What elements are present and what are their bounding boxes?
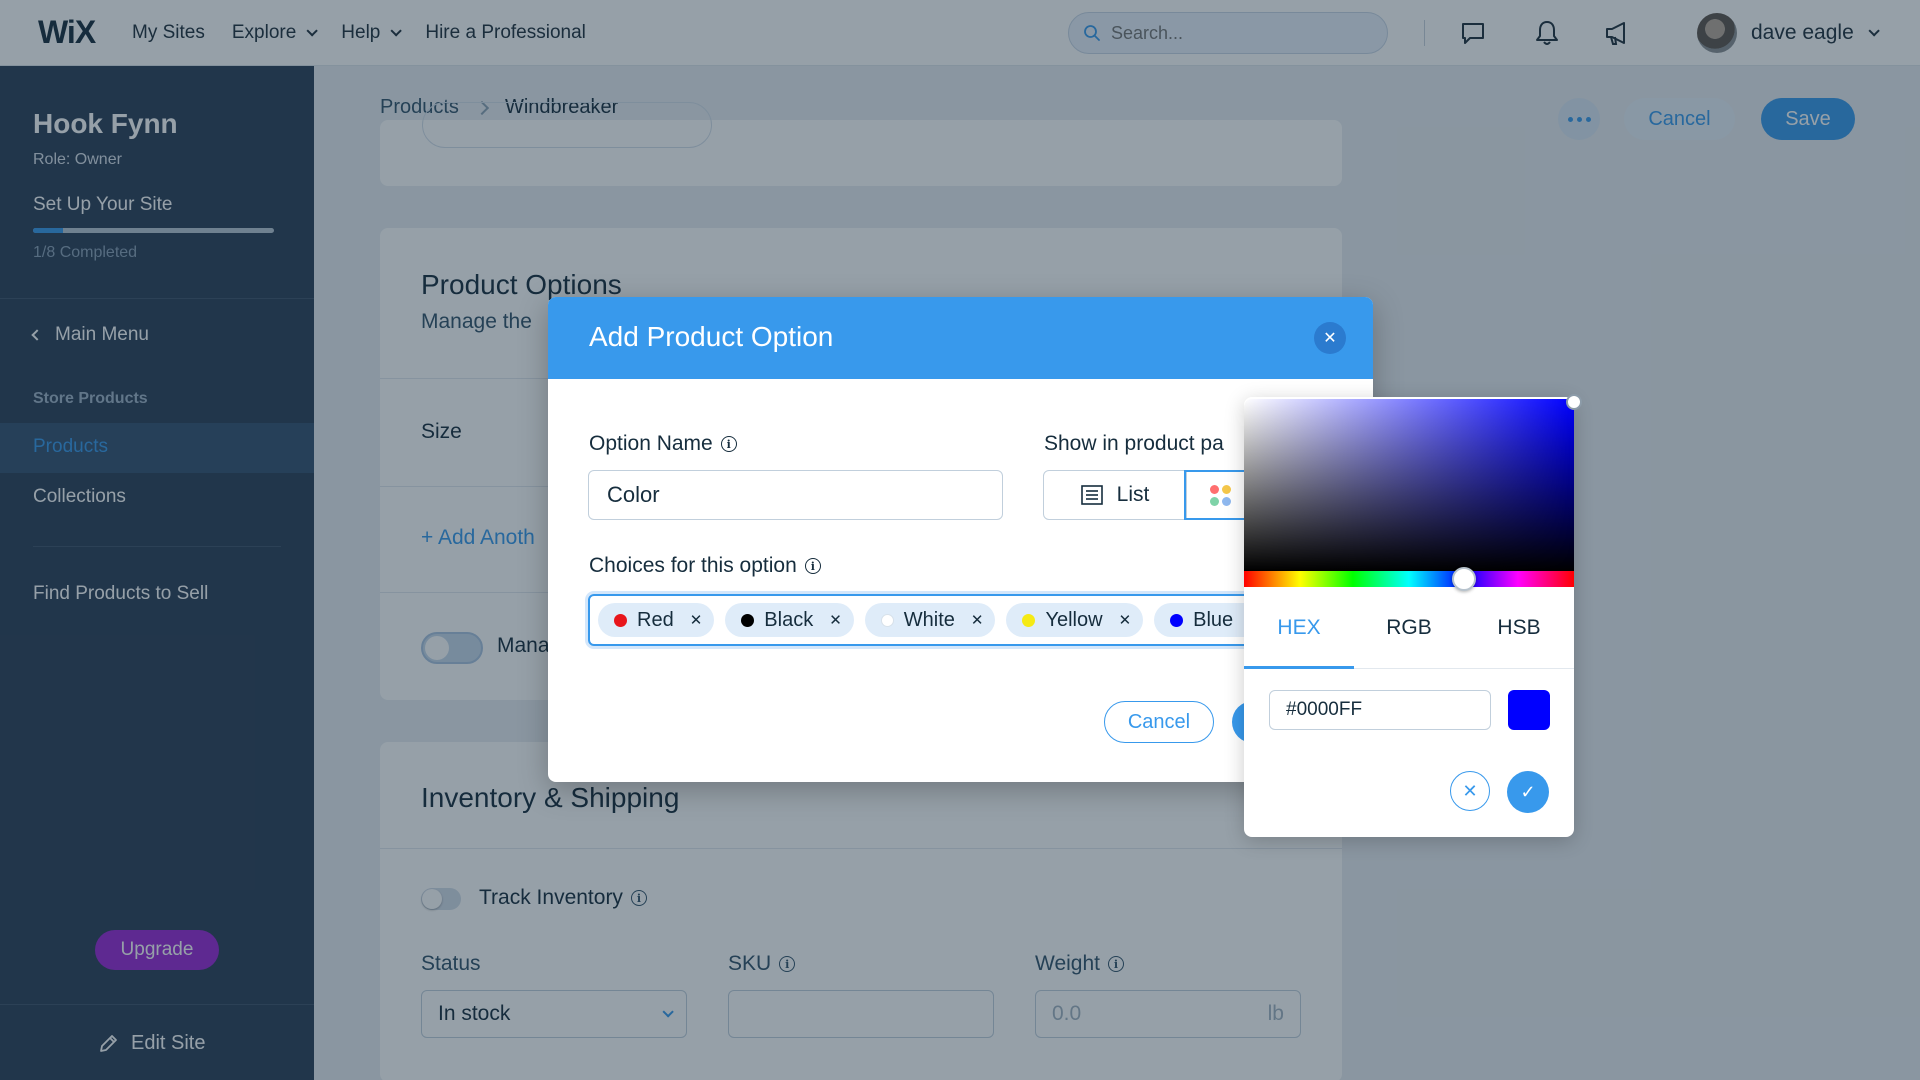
- option-name-label-text: Option Name: [589, 432, 713, 455]
- hex-input[interactable]: [1269, 690, 1491, 730]
- dot: [1222, 496, 1231, 506]
- dot: [1222, 484, 1231, 494]
- dot: [1210, 484, 1219, 494]
- remove-choice-icon[interactable]: ✕: [690, 611, 703, 629]
- color-picker: HEXRGBHSB ✕ ✓: [1244, 394, 1582, 837]
- picker-confirm-button[interactable]: ✓: [1507, 771, 1549, 813]
- option-name-label: Option Name i: [589, 432, 737, 456]
- picker-cancel-button[interactable]: ✕: [1450, 771, 1490, 811]
- modal-cancel-button[interactable]: Cancel: [1104, 701, 1214, 743]
- close-button[interactable]: ✕: [1314, 322, 1346, 354]
- close-icon: ✕: [1462, 780, 1478, 801]
- info-icon[interactable]: i: [720, 436, 737, 452]
- tab-hex[interactable]: HEX: [1244, 587, 1354, 669]
- color-preview-swatch: [1508, 690, 1550, 730]
- choice-label: Blue: [1193, 608, 1234, 631]
- choice-label: Yellow: [1045, 608, 1103, 631]
- close-icon: ✕: [1323, 330, 1337, 347]
- saturation-handle[interactable]: [1566, 394, 1582, 410]
- color-format-tabs: HEX RGB HSB: [1244, 587, 1574, 669]
- choice-chip-white[interactable]: White ✕: [864, 603, 996, 637]
- dot: [1210, 496, 1219, 506]
- modal-header: Add Product Option ✕: [548, 297, 1373, 379]
- choice-chip-black[interactable]: Black ✕: [725, 603, 854, 637]
- choice-label: White: [903, 608, 955, 631]
- color-swatch: [1170, 613, 1184, 627]
- list-label: List: [1116, 483, 1150, 506]
- remove-choice-icon[interactable]: ✕: [971, 611, 984, 629]
- choice-chip-yellow[interactable]: Yellow ✕: [1006, 603, 1144, 637]
- list-icon: [1080, 485, 1103, 505]
- modal-title: Add Product Option: [589, 321, 834, 352]
- color-swatch: [614, 613, 627, 627]
- check-icon: ✓: [1520, 781, 1536, 802]
- color-dots-icon: [1210, 484, 1231, 506]
- info-icon[interactable]: i: [804, 558, 821, 574]
- choice-label: Red: [637, 608, 674, 631]
- choice-chip-red[interactable]: Red ✕: [598, 603, 715, 637]
- hue-slider[interactable]: [1244, 567, 1574, 591]
- color-swatch: [880, 613, 894, 627]
- choice-label: Black: [764, 608, 814, 631]
- tab-rgb[interactable]: RGB: [1354, 587, 1464, 668]
- remove-choice-icon[interactable]: ✕: [1119, 611, 1132, 629]
- show-in-product-page-label: Show in product pa: [1044, 432, 1224, 455]
- show-as-list-button[interactable]: List: [1043, 470, 1187, 520]
- color-swatch: [1022, 613, 1036, 627]
- tab-hsb[interactable]: HSB: [1464, 587, 1574, 668]
- choices-label-text: Choices for this option: [589, 554, 797, 577]
- choices-label: Choices for this option i: [589, 554, 821, 578]
- option-name-input[interactable]: [588, 470, 1003, 520]
- color-swatch: [741, 613, 755, 627]
- remove-choice-icon[interactable]: ✕: [829, 611, 842, 629]
- saturation-value-area[interactable]: [1244, 394, 1582, 571]
